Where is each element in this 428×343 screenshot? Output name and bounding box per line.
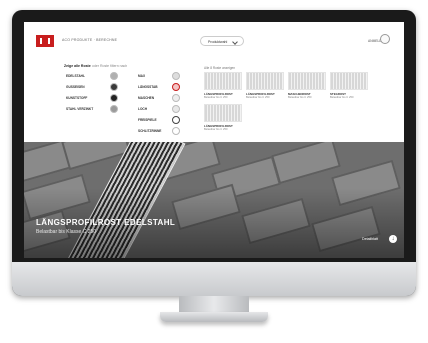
type-option-maschen[interactable]: MASCHEN [138,96,154,100]
aco-logo[interactable] [36,35,54,47]
product-card-subtitle: Belastbar bis C 250 [204,128,228,131]
monitor-foot [160,312,268,322]
type-option-freispiele[interactable]: FREISPIELE [138,118,157,122]
user-icon[interactable] [380,34,390,44]
material-swatch-edelstahl[interactable] [110,72,118,80]
monitor-chin [12,262,416,296]
download-icon[interactable]: ↓ [389,235,397,243]
top-navigation: ACO PRODUKTE · BERECHNE Produktwahl ANME… [24,22,404,61]
chevron-down-icon [232,39,238,45]
filter-grates-tab[interactable]: oder Roste filtern nach [92,64,127,68]
material-option-stahl-verzinkt[interactable]: STAHL VERZINKT [66,107,93,111]
hero-banner: LÄNGSPROFILROST EDELSTAHL Belastbar bis … [24,142,404,258]
product-select-label: Produktwahl [208,39,228,44]
material-option-edelstahl[interactable]: EDELSTAHL [66,74,85,78]
type-swatch-freispiele[interactable] [172,116,180,124]
product-card-image[interactable] [288,72,326,90]
result-count-link[interactable]: Alle 8 Roste anzeigen [204,66,235,70]
product-card-subtitle: Belastbar bis C 250 [246,96,270,99]
type-option-loch[interactable]: LOCH [138,107,147,111]
material-swatch-kunststoff[interactable] [110,94,118,102]
type-option-schlitzrinne[interactable]: SCHLITZRINNE [138,129,161,133]
type-swatch-max[interactable] [172,72,180,80]
product-card-subtitle: Belastbar bis C 250 [288,96,312,99]
hero-subtitle: Belastbar bis Klasse C 250 [36,229,97,235]
material-swatch-stahl-verzinkt[interactable] [110,105,118,113]
material-option-gusseisen[interactable]: GUSSEISEN [66,85,85,89]
breadcrumb[interactable]: ACO PRODUKTE · BERECHNE [62,38,117,42]
detail-sheet-link[interactable]: Detailblatt [362,237,378,241]
material-swatch-gusseisen[interactable] [110,83,118,91]
type-option-laengsstab[interactable]: LÄNGSSTAB [138,85,158,89]
product-card-subtitle: Belastbar bis C 250 [204,96,228,99]
type-swatch-maschen[interactable] [172,94,180,102]
type-swatch-schlitzrinne[interactable] [172,127,180,135]
type-option-max[interactable]: MAX [138,74,145,78]
screen: ACO PRODUKTE · BERECHNE Produktwahl ANME… [24,22,404,258]
product-select-dropdown[interactable]: Produktwahl [200,36,244,46]
product-card-image[interactable] [330,72,368,90]
grate-configurator: Zeige alle Roste oder Roste filtern nach… [24,60,404,142]
product-card-subtitle: Belastbar bis C 250 [330,96,354,99]
product-card-image[interactable] [246,72,284,90]
hero-shade [24,142,404,258]
show-all-grates-tab[interactable]: Zeige alle Roste [64,64,91,68]
product-card-image[interactable] [204,104,242,122]
material-option-kunststoff[interactable]: KUNSTSTOFF [66,96,87,100]
product-card-image[interactable] [204,72,242,90]
type-swatch-loch[interactable] [172,105,180,113]
type-swatch-laengsstab[interactable] [172,83,180,91]
hero-title: LÄNGSPROFILROST EDELSTAHL [36,218,176,227]
